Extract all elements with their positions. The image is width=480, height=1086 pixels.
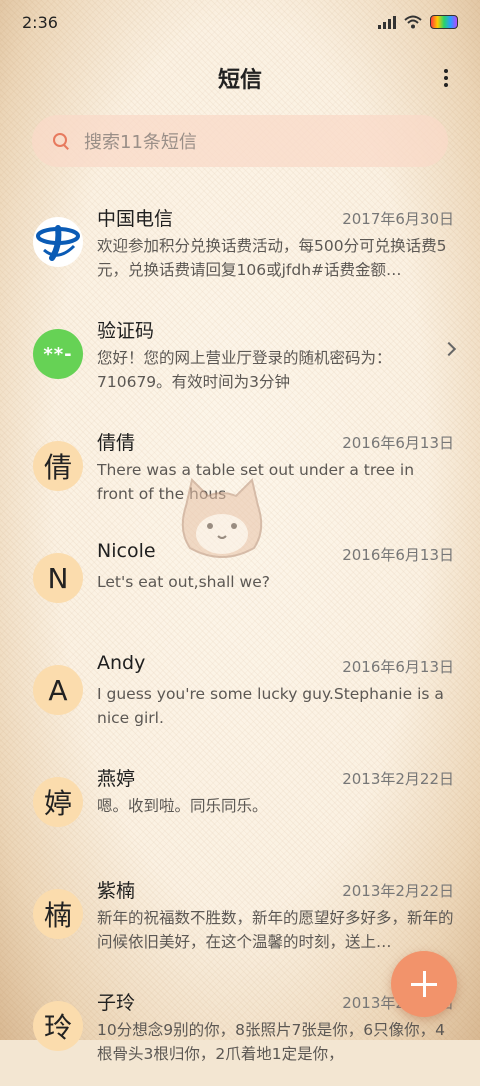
signal-icon: [378, 15, 396, 29]
search-input[interactable]: 搜索11条短信: [32, 115, 448, 167]
avatar: 倩: [33, 441, 83, 491]
chevron-right-icon[interactable]: [441, 341, 457, 357]
battery-icon: [430, 15, 458, 29]
page-title: 短信: [217, 68, 262, 93]
contact-name: 燕婷: [97, 768, 136, 790]
contact-name: Andy: [97, 652, 146, 674]
message-preview: 欢迎参加积分兑换话费活动，每500分可兑换话费5元，兑换话费请回复106或jfd…: [97, 237, 447, 279]
app-header: 短信: [0, 56, 480, 100]
message-preview: 10分想念9别的你，8张照片7张是你，6只像你，4根骨头3根归你，2爪着地1定是…: [97, 1021, 446, 1063]
contact-name: 倩倩: [97, 432, 136, 454]
telecom-logo-icon: [33, 217, 83, 267]
wifi-icon: [404, 15, 422, 29]
conversation-list: 中国电信 2017年6月30日 欢迎参加积分兑换话费活动，每500分可兑换话费5…: [0, 190, 480, 1086]
cat-watermark-icon: [181, 478, 263, 558]
avatar: **-: [33, 329, 83, 379]
message-date: 2016年6月13日: [342, 658, 454, 676]
conversation-item[interactable]: 婷 燕婷 2013年2月22日 嗯。收到啦。同乐同乐。: [0, 750, 480, 862]
conversation-item[interactable]: **- 验证码 您好！您的网上营业厅登录的随机密码为：710679。有效时间为3…: [0, 302, 480, 414]
message-preview: 您好！您的网上营业厅登录的随机密码为：710679。有效时间为3分钟: [97, 349, 392, 391]
conversation-item[interactable]: 中国电信 2017年6月30日 欢迎参加积分兑换话费活动，每500分可兑换话费5…: [0, 190, 480, 302]
avatar: 楠: [33, 889, 83, 939]
contact-name: Nicole: [97, 540, 156, 562]
search-icon: [52, 132, 70, 150]
contact-name: 中国电信: [97, 208, 174, 230]
avatar: 玲: [33, 1001, 83, 1051]
compose-plus-icon[interactable]: [391, 951, 457, 1017]
status-time: 2:36: [22, 12, 58, 32]
avatar: N: [33, 553, 83, 603]
message-preview: I guess you're some lucky guy.Stephanie …: [97, 685, 444, 727]
avatar: A: [33, 665, 83, 715]
contact-name: 验证码: [97, 320, 155, 342]
message-date: 2016年6月13日: [342, 546, 454, 564]
message-date: 2016年6月13日: [342, 434, 454, 452]
message-preview: Let's eat out,shall we?: [97, 573, 270, 591]
message-preview: 嗯。收到啦。同乐同乐。: [97, 797, 268, 815]
message-date: 2013年2月22日: [342, 882, 454, 900]
contact-name: 子玲: [97, 992, 136, 1014]
contact-name: 紫楠: [97, 880, 136, 902]
message-date: 2017年6月30日: [342, 210, 454, 228]
avatar: 婷: [33, 777, 83, 827]
conversation-item[interactable]: A Andy 2016年6月13日 I guess you're some lu…: [0, 638, 480, 750]
more-vertical-icon[interactable]: [436, 62, 456, 94]
message-preview: There was a table set out under a tree i…: [97, 461, 415, 503]
message-date: 2013年2月22日: [342, 770, 454, 788]
status-icons: [378, 15, 458, 29]
status-bar: 2:36: [0, 0, 480, 44]
message-preview: 新年的祝福数不胜数，新年的愿望好多好多，新年的问候依旧美好，在这个温馨的时刻，送…: [97, 909, 454, 951]
search-placeholder: 搜索11条短信: [84, 132, 197, 153]
